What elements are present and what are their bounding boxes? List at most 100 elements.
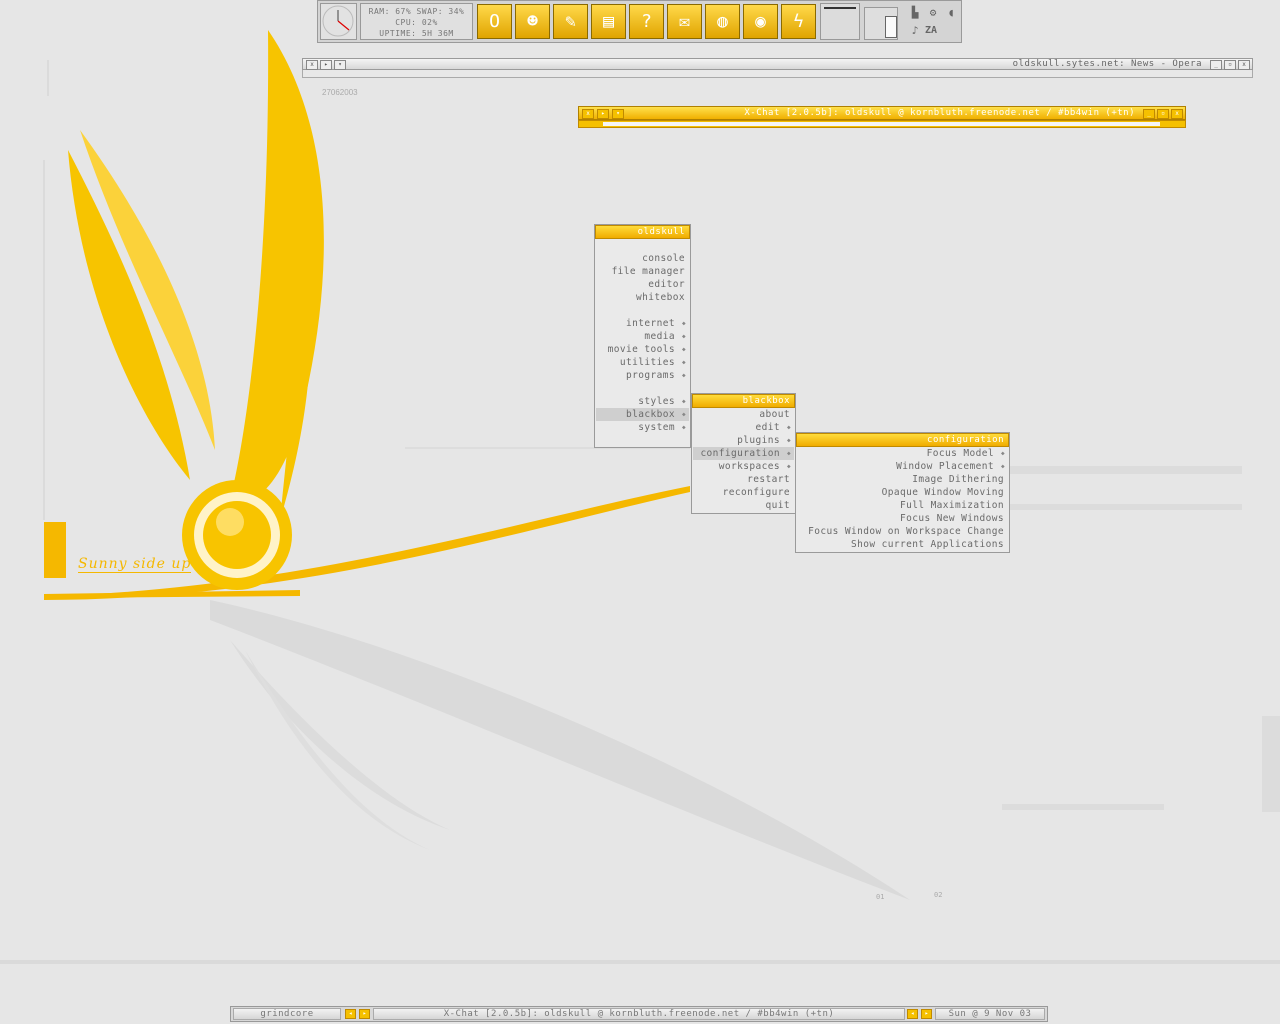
toolbar-clock: Sun @ 9 Nov 03 xyxy=(935,1008,1045,1020)
blackbox-menu-item[interactable]: quit xyxy=(693,499,794,512)
xchat-window-handle[interactable] xyxy=(578,120,1186,128)
menu-item-label: quit xyxy=(765,500,790,511)
analog-clock[interactable] xyxy=(320,3,357,40)
menu-item-label: movie tools xyxy=(607,344,675,355)
submenu-item[interactable]: movie tools ◆ xyxy=(596,343,689,356)
blackbox-menu-item[interactable]: configuration ◆ xyxy=(693,447,794,460)
submenu-item[interactable]: programs ◆ xyxy=(596,369,689,382)
pager-cell[interactable] xyxy=(864,7,898,40)
menu-item-label: Opaque Window Moving xyxy=(881,487,1004,498)
menu-item-label: media xyxy=(644,331,675,342)
mail-icon[interactable]: ✉ xyxy=(667,4,702,39)
submenu-item[interactable]: styles ◆ xyxy=(596,395,689,408)
jar-icon[interactable]: ◍ xyxy=(705,4,740,39)
workspace-pager[interactable] xyxy=(820,3,860,40)
mouse-icon[interactable]: ◖ xyxy=(944,6,958,20)
submenu-arrow-icon: ◆ xyxy=(681,333,686,340)
blackbox-menu-item[interactable]: restart xyxy=(693,473,794,486)
menu-item-label: Focus New Windows xyxy=(899,513,1004,524)
submenu-item[interactable]: internet ◆ xyxy=(596,317,689,330)
lightning-icon[interactable]: ϟ xyxy=(781,4,816,39)
submenu-arrow-icon: ◆ xyxy=(681,424,686,431)
submenu-arrow-icon: ◆ xyxy=(1000,450,1005,457)
configuration-menu-item[interactable]: Show current Applications xyxy=(797,538,1008,551)
blackbox-menu: blackbox about edit ◆ plugins ◆ configuration… xyxy=(691,393,796,514)
menu-item-label: reconfigure xyxy=(722,487,790,498)
configuration-menu-item[interactable]: Opaque Window Moving xyxy=(797,486,1008,499)
blackbox-toolbar: grindcore ◂ ▸ X-Chat [2.0.5b]: oldskull … xyxy=(230,1006,1048,1022)
configuration-menu-item[interactable]: Window Placement ◆ xyxy=(797,460,1008,473)
wallpaper-caption: Sunny side up xyxy=(78,556,192,573)
menu-item-label: styles xyxy=(638,396,675,407)
close-icon[interactable]: x xyxy=(306,60,318,70)
menu-item-label: programs xyxy=(626,370,675,381)
configuration-menu-item[interactable]: Focus Window on Workspace Change xyxy=(797,525,1008,538)
prev-workspace-icon[interactable]: ◂ xyxy=(345,1009,356,1019)
help-icon[interactable]: ? xyxy=(629,4,664,39)
xchat-window-titlebar[interactable]: x ▸ ▾ X-Chat [2.0.5b]: oldskull @ kornbl… xyxy=(578,106,1186,120)
menu-item[interactable]: console xyxy=(596,252,689,265)
submenu-arrow-icon: ◆ xyxy=(681,346,686,353)
xchat-icon[interactable]: ☻ xyxy=(515,4,550,39)
opera-window-title: oldskull.sytes.net: News - Opera xyxy=(1012,59,1202,69)
menu-item-label: edit xyxy=(755,422,780,433)
next-workspace-icon[interactable]: ▸ xyxy=(359,1009,370,1019)
configuration-menu-item[interactable]: Focus New Windows xyxy=(797,512,1008,525)
menu-item-label: file manager xyxy=(611,266,685,277)
globe-icon[interactable]: ◉ xyxy=(743,4,778,39)
blackbox-menu-item[interactable]: about xyxy=(693,408,794,421)
menu-item-label: editor xyxy=(648,279,685,290)
volume-icon[interactable]: ♪ xyxy=(908,24,922,38)
submenu-item[interactable]: system ◆ xyxy=(596,421,689,434)
menu-item-label: blackbox xyxy=(626,409,675,420)
opera-icon[interactable]: O xyxy=(477,4,512,39)
desktop-wallpaper xyxy=(0,30,1280,964)
printer-icon[interactable]: ▙ xyxy=(908,6,922,20)
system-monitor: RAM: 67% SWAP: 34% CPU: 02% UPTIME: 5H 3… xyxy=(360,3,473,40)
top-dock: RAM: 67% SWAP: 34% CPU: 02% UPTIME: 5H 3… xyxy=(317,0,962,43)
chat-bubble-icon[interactable]: ✎ xyxy=(553,4,588,39)
network-icon[interactable]: ⚙ xyxy=(926,6,940,20)
opera-window-titlebar[interactable]: x ▸ ▾ oldskull.sytes.net: News - Opera _… xyxy=(302,58,1253,70)
submenu-item[interactable]: blackbox ◆ xyxy=(596,408,689,421)
blackbox-menu-item[interactable]: edit ◆ xyxy=(693,421,794,434)
close-icon[interactable]: x xyxy=(1238,60,1250,70)
maximize-icon[interactable]: ▫ xyxy=(1224,60,1236,70)
ram-swap-readout: RAM: 67% SWAP: 34% xyxy=(368,7,465,16)
menu-item[interactable]: file manager xyxy=(596,265,689,278)
menu-item-label: restart xyxy=(747,474,790,485)
submenu-item[interactable]: utilities ◆ xyxy=(596,356,689,369)
opera-window-handle[interactable] xyxy=(302,70,1253,78)
configuration-menu-item[interactable]: Full Maximization xyxy=(797,499,1008,512)
menu-item-label: Focus Model xyxy=(926,448,994,459)
workspace-name[interactable]: grindcore xyxy=(233,1008,341,1020)
wallpaper-marker-1: 01 xyxy=(876,893,885,901)
close-icon[interactable]: x xyxy=(1171,109,1183,119)
menu-item-label: plugins xyxy=(737,435,780,446)
blackbox-menu-item[interactable]: reconfigure xyxy=(693,486,794,499)
next-window-icon[interactable]: ▸ xyxy=(921,1009,932,1019)
configuration-menu-item[interactable]: Focus Model ◆ xyxy=(797,447,1008,460)
submenu-arrow-icon: ◆ xyxy=(786,437,791,444)
chevron-down-icon[interactable]: ▾ xyxy=(612,109,624,119)
keyboard-layout-indicator[interactable]: ZA xyxy=(924,24,938,38)
submenu-item[interactable]: media ◆ xyxy=(596,330,689,343)
configuration-menu: configuration Focus Model ◆ Window Placeme… xyxy=(795,432,1010,553)
blackbox-menu-item[interactable]: workspaces ◆ xyxy=(693,460,794,473)
prev-window-icon[interactable]: ◂ xyxy=(907,1009,918,1019)
focused-window-title[interactable]: X-Chat [2.0.5b]: oldskull @ kornbluth.fr… xyxy=(373,1008,905,1020)
menu-item[interactable]: whitebox xyxy=(596,291,689,304)
drive-icon[interactable]: ▤ xyxy=(591,4,626,39)
minimize-icon[interactable]: _ xyxy=(1210,60,1222,70)
close-icon[interactable]: x xyxy=(582,109,594,119)
arrow-right-icon[interactable]: ▸ xyxy=(597,109,609,119)
minimize-icon[interactable]: _ xyxy=(1143,109,1155,119)
configuration-menu-item[interactable]: Image Dithering xyxy=(797,473,1008,486)
submenu-arrow-icon: ◆ xyxy=(681,411,686,418)
blackbox-menu-item[interactable]: plugins ◆ xyxy=(693,434,794,447)
menu-item[interactable]: editor xyxy=(596,278,689,291)
arrow-right-icon[interactable]: ▸ xyxy=(320,60,332,70)
maximize-icon[interactable]: ▫ xyxy=(1157,109,1169,119)
chevron-down-icon[interactable]: ▾ xyxy=(334,60,346,70)
wallpaper-marker-2: 02 xyxy=(934,891,943,899)
